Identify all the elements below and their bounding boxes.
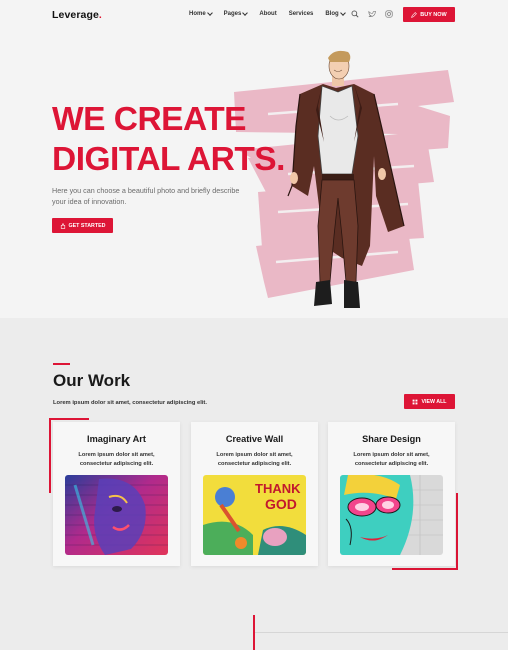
card-image[interactable] [340,475,443,555]
card-image[interactable] [65,475,168,555]
search-icon[interactable] [351,10,359,18]
card-title: Creative Wall [225,434,284,444]
headline-line-2: DIGITAL ARTS. [52,141,285,178]
hand-icon [60,223,65,229]
get-started-button[interactable]: GET STARTED [52,218,113,233]
grid-icon [413,399,418,404]
nav-item-about[interactable]: About [259,11,276,17]
nav-item-home[interactable]: Home [189,10,213,17]
card-image[interactable]: THANK GOD [203,475,306,555]
our-work-title: Our Work [53,371,131,390]
chevron-down-icon [339,10,346,16]
chevron-down-icon [206,10,213,16]
buy-now-button[interactable]: BUY NOW [403,7,455,22]
work-card-creative-wall[interactable]: Creative Wall Lorem ipsum dolor sit amet… [191,422,318,566]
hero-illustration [287,50,405,308]
nav-item-label: Blog [325,11,339,17]
graffiti-text: THANK [255,481,301,496]
our-work-subtitle: Lorem ipsum dolor sit amet, consectetur … [53,400,207,406]
nav-item-blog[interactable]: Blog [325,10,346,17]
decor-line [392,568,458,570]
get-started-label: GET STARTED [68,222,106,229]
card-description: Lorem ipsum dolor sit amet, consectetur … [78,452,155,467]
twitter-icon[interactable] [368,10,376,18]
decor-line [456,493,458,570]
decor-line [49,418,89,420]
work-card-share-design[interactable]: Share Design Lorem ipsum dolor sit amet,… [328,422,455,566]
work-card-imaginary-art[interactable]: Imaginary Art Lorem ipsum dolor sit amet… [53,422,180,566]
nav-item-label: Pages [223,11,242,17]
buy-now-label: BUY NOW [420,11,447,18]
hero-headline: WE CREATE DIGITAL ARTS. [52,100,285,180]
nav-item-services[interactable]: Services [289,11,314,17]
hero-section: Leverage. Home Pages About Services Blog… [0,0,508,318]
main-menu: Home Pages About Services Blog [189,10,357,17]
chevron-down-icon [242,10,249,16]
card-description: Lorem ipsum dolor sit amet, consectetur … [353,452,430,467]
nav-item-label: About [259,11,277,17]
headline-line-1: WE CREATE [52,101,247,138]
card-title: Share Design [362,434,421,444]
nav-item-label: Home [189,11,206,17]
pencil-icon [411,11,418,18]
view-all-label: VIEW ALL [421,398,447,405]
nav-item-pages[interactable]: Pages [223,10,249,17]
instagram-icon[interactable] [385,10,393,18]
card-title: Imaginary Art [87,434,146,444]
graffiti-text: GOD [265,496,297,512]
logo[interactable]: Leverage. [52,9,102,21]
hero-description: Here you can choose a beautiful photo an… [52,186,240,206]
section-accent [53,363,70,365]
decor-line [49,418,51,493]
top-nav: Leverage. Home Pages About Services Blog… [0,0,508,30]
divider [255,632,508,633]
nav-item-label: Services [288,11,314,17]
card-description: Lorem ipsum dolor sit amet, consectetur … [216,452,293,467]
view-all-button[interactable]: VIEW ALL [404,394,455,409]
logo-text: Leverage [52,9,99,21]
logo-dot: . [98,9,102,21]
